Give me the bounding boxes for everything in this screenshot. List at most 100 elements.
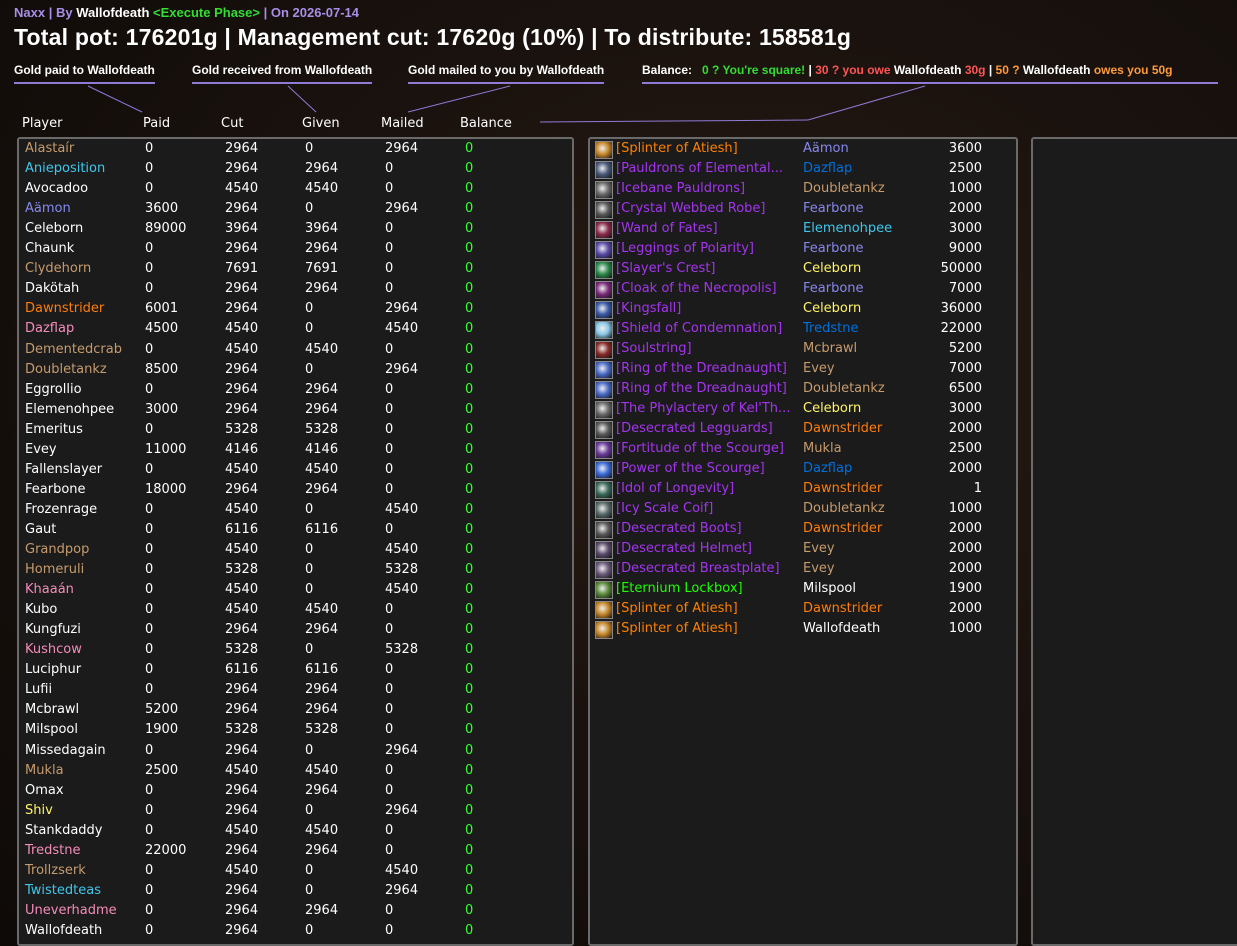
robe-icon[interactable] [595,201,613,219]
player-balance: 0 [465,461,474,477]
winner-name: Celeborn [803,401,862,416]
player-mailed: 0 [385,842,394,858]
item-link[interactable]: [Splinter of Atiesh] [616,601,738,616]
player-paid: 0 [145,341,154,357]
shield-icon[interactable] [595,321,613,339]
cloak-icon[interactable] [595,281,613,299]
player-balance: 0 [465,662,474,678]
item-link[interactable]: [Leggings of Polarity] [616,241,754,256]
header-info: Naxx | By Wallofdeath <Execute Phase> | … [14,5,360,20]
item-link[interactable]: [Cloak of the Necropolis] [616,281,777,296]
col-player-header[interactable]: Player [22,116,62,131]
item-link[interactable]: [Crystal Webbed Robe] [616,201,765,216]
ring-icon[interactable] [595,381,613,399]
player-given: 4146 [305,441,339,457]
item-link[interactable]: [Pauldrons of Elemental... [616,161,783,176]
player-name: Clydehorn [25,261,92,277]
player-paid: 5200 [145,702,179,718]
player-mailed: 0 [385,782,394,798]
col-paid-header[interactable]: Paid [143,116,170,131]
item-link[interactable]: [Power of the Scourge] [616,461,765,476]
player-name: Mcbrawl [25,702,80,718]
ring-icon[interactable] [595,361,613,379]
loot-price: 1000 [948,181,982,196]
item-link[interactable]: [Fortitude of the Scourge] [616,441,784,456]
item-link[interactable]: [Eternium Lockbox] [616,581,743,596]
player-balance: 0 [465,161,474,177]
loot-price: 2500 [948,441,982,456]
lockbox-icon[interactable] [595,581,613,599]
loot-panel[interactable]: [Splinter of Atiesh] Aämon 3600 [Pauldrons … [588,137,1018,946]
player-paid: 22000 [145,842,187,858]
item-link[interactable]: [Ring of the Dreadnaught] [616,361,787,376]
orange-shard-icon[interactable] [595,621,613,639]
player-name: Wallofdeath [25,922,103,938]
player-balance: 0 [465,221,474,237]
player-given: 0 [305,361,314,377]
balance-owes: 50 ? [995,63,1020,77]
item-link[interactable]: [Icy Scale Coif] [616,501,713,516]
player-balance: 0 [465,722,474,738]
player-paid: 0 [145,582,154,598]
orange-shard-icon[interactable] [595,141,613,159]
bow-icon[interactable] [595,341,613,359]
winner-name: Elemenohpee [803,221,893,236]
item-link[interactable]: [Idol of Longevity] [616,481,734,496]
loot-price: 1 [973,481,982,496]
scroll-icon[interactable] [595,441,613,459]
player-given: 4540 [305,602,339,618]
player-balance-panel[interactable]: Alastaír 0 2964 0 2964 0 Anieposition 0 2964 2964… [17,137,574,946]
player-given: 2964 [305,782,339,798]
item-link[interactable]: [The Phylactery of Kel'Th... [616,401,790,416]
shoulder-armor-icon[interactable] [595,161,613,179]
player-paid: 0 [145,521,154,537]
player-mailed: 4540 [385,321,419,337]
player-name: Celeborn [25,221,84,237]
trinket-icon[interactable] [595,261,613,279]
player-paid: 89000 [145,221,187,237]
scroll-icon[interactable] [595,461,613,479]
col-cut-header[interactable]: Cut [221,116,243,131]
item-link[interactable]: [Splinter of Atiesh] [616,141,738,156]
player-mailed: 2964 [385,742,419,758]
wand-icon[interactable] [595,221,613,239]
item-link[interactable]: [Slayer's Crest] [616,261,716,276]
player-mailed: 2964 [385,882,419,898]
loot-price: 2000 [948,521,982,536]
idol-icon[interactable] [595,481,613,499]
item-link[interactable]: [Icebane Pauldrons] [616,181,745,196]
player-balance: 0 [465,301,474,317]
player-mailed: 0 [385,441,394,457]
shoulder-armor-icon[interactable] [595,181,613,199]
player-name: Uneverhadme [25,902,117,918]
item-link[interactable]: [Desecrated Helmet] [616,541,752,556]
item-link[interactable]: [Kingsfall] [616,301,681,316]
col-given-header[interactable]: Given [302,116,340,131]
player-given: 4540 [305,181,339,197]
col-mailed-header[interactable]: Mailed [381,116,424,131]
leggings-icon[interactable] [595,421,613,439]
item-link[interactable]: [Desecrated Breastplate] [616,561,780,576]
phylactery-icon[interactable] [595,401,613,419]
player-paid: 1900 [145,722,179,738]
chest-armor-icon[interactable] [595,561,613,579]
dagger-icon[interactable] [595,301,613,319]
item-link[interactable]: [Desecrated Legguards] [616,421,773,436]
player-mailed: 0 [385,622,394,638]
item-link[interactable]: [Splinter of Atiesh] [616,621,738,636]
helmet-icon[interactable] [595,501,613,519]
leggings-icon[interactable] [595,241,613,259]
legend-paid: Gold paid to Wallofdeath [14,63,155,84]
player-balance: 0 [465,281,474,297]
orange-shard-icon[interactable] [595,601,613,619]
item-link[interactable]: [Ring of the Dreadnaught] [616,381,787,396]
boots-icon[interactable] [595,521,613,539]
col-balance-header[interactable]: Balance [460,116,512,131]
empty-panel [1031,137,1237,946]
item-link[interactable]: [Desecrated Boots] [616,521,742,536]
helmet-icon[interactable] [595,541,613,559]
item-link[interactable]: [Soulstring] [616,341,692,356]
item-link[interactable]: [Shield of Condemnation] [616,321,782,336]
item-link[interactable]: [Wand of Fates] [616,221,718,236]
player-paid: 6001 [145,301,179,317]
